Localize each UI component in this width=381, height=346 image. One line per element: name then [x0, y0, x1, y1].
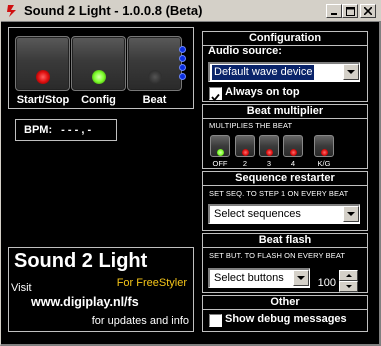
led-red-icon: [321, 149, 328, 156]
window-title: Sound 2 Light - 1.0.0.8 (Beta): [24, 3, 203, 18]
sequence-restarter-caption: SET SEQ. TO STEP 1 ON EVERY BEAT: [209, 189, 349, 198]
minimize-icon: [331, 13, 337, 15]
app-window: Sound 2 Light - 1.0.0.8 (Beta) Start/Sto…: [0, 0, 381, 346]
app-logo-icon: [7, 5, 16, 17]
multiplier-4-button[interactable]: [283, 135, 303, 157]
maximize-icon: [345, 6, 355, 16]
close-button[interactable]: [360, 4, 376, 18]
config-button[interactable]: [71, 36, 126, 91]
multiplier-off-button[interactable]: [210, 135, 230, 157]
multiplier-kg-label: K/G: [317, 159, 331, 168]
arrow-up-icon: [345, 274, 352, 277]
sequence-restarter-header: Sequence restarter: [202, 171, 368, 186]
close-icon: [364, 7, 372, 15]
beat-dot-icon: [179, 46, 186, 53]
beat-dot-icon: [179, 55, 186, 62]
buttons-select[interactable]: Select buttons: [208, 268, 310, 288]
bpm-value: - - - , -: [61, 124, 92, 136]
dropdown-arrow-icon[interactable]: [343, 206, 359, 222]
beat-label: Beat: [142, 94, 167, 106]
dropdown-arrow-icon[interactable]: [293, 270, 309, 286]
beat-multiplier-caption: MULTIPLIES THE BEAT: [209, 121, 293, 130]
bpm-label: BPM:: [24, 124, 53, 136]
about-visit-text: Visit: [11, 282, 32, 294]
audio-source-label: Audio source:: [208, 45, 282, 57]
maximize-button[interactable]: [342, 4, 358, 18]
beat-flash-header: Beat flash: [202, 233, 368, 248]
control-buttons-panel: Start/Stop Config Beat: [8, 27, 194, 109]
audio-source-select[interactable]: Default wave device: [208, 62, 360, 82]
always-on-top-checkbox[interactable]: [209, 87, 222, 102]
beat-led-icon: [148, 70, 162, 84]
beat-button[interactable]: [127, 36, 182, 91]
bpm-display: BPM: - - - , -: [15, 119, 117, 141]
config-label: Config: [81, 94, 116, 106]
debug-checkbox[interactable]: [209, 314, 222, 327]
flash-amount-value[interactable]: 100: [314, 274, 336, 292]
multiplier-4-label: 4: [290, 159, 296, 168]
sequences-select[interactable]: Select sequences: [208, 204, 360, 224]
beat-multiplier-header: Beat multiplier: [202, 104, 368, 119]
dropdown-arrow-icon[interactable]: [343, 64, 359, 80]
debug-label: Show debug messages: [225, 313, 347, 325]
multiplier-2-label: 2: [242, 159, 248, 168]
multiplier-kg-button[interactable]: [314, 135, 334, 157]
multiplier-3-label: 3: [266, 159, 272, 168]
beat-dot-icon: [179, 64, 186, 71]
buttons-select-value: Select buttons: [214, 272, 284, 284]
checkmark-icon: [211, 93, 220, 102]
led-red-icon: [242, 149, 249, 156]
website-link[interactable]: www.digiplay.nl/fs: [31, 295, 139, 309]
multiplier-3-button[interactable]: [259, 135, 279, 157]
about-note: for updates and info: [91, 315, 189, 327]
about-subtitle: For FreeStyler: [116, 277, 187, 289]
config-led-icon: [92, 70, 106, 84]
led-green-icon: [217, 149, 224, 156]
start-stop-label: Start/Stop: [16, 94, 70, 106]
audio-source-value: Default wave device: [212, 65, 315, 80]
start-stop-button[interactable]: [15, 36, 70, 91]
start-stop-led-icon: [36, 70, 50, 84]
multiplier-off-label: OFF: [212, 159, 228, 168]
beat-indicator: [179, 46, 187, 82]
arrow-down-icon: [345, 285, 352, 288]
beat-flash-caption: SET BUT. TO FLASH ON EVERY BEAT: [209, 251, 346, 260]
spin-down-button[interactable]: [339, 281, 358, 292]
configuration-header: Configuration: [202, 31, 368, 46]
title-bar[interactable]: Sound 2 Light - 1.0.0.8 (Beta): [1, 0, 381, 22]
spin-up-button[interactable]: [339, 270, 358, 281]
flash-amount-spinner[interactable]: [339, 270, 358, 292]
sequences-select-value: Select sequences: [214, 208, 301, 220]
minimize-button[interactable]: [326, 4, 342, 18]
multiplier-2-button[interactable]: [235, 135, 255, 157]
beat-dot-icon: [179, 73, 186, 80]
about-panel: Sound 2 Light For FreeStyler Visit www.d…: [8, 247, 194, 332]
about-title: Sound 2 Light: [14, 250, 148, 272]
led-red-icon: [266, 149, 273, 156]
led-red-icon: [290, 149, 297, 156]
always-on-top-label: Always on top: [225, 86, 300, 98]
other-header: Other: [202, 295, 368, 310]
